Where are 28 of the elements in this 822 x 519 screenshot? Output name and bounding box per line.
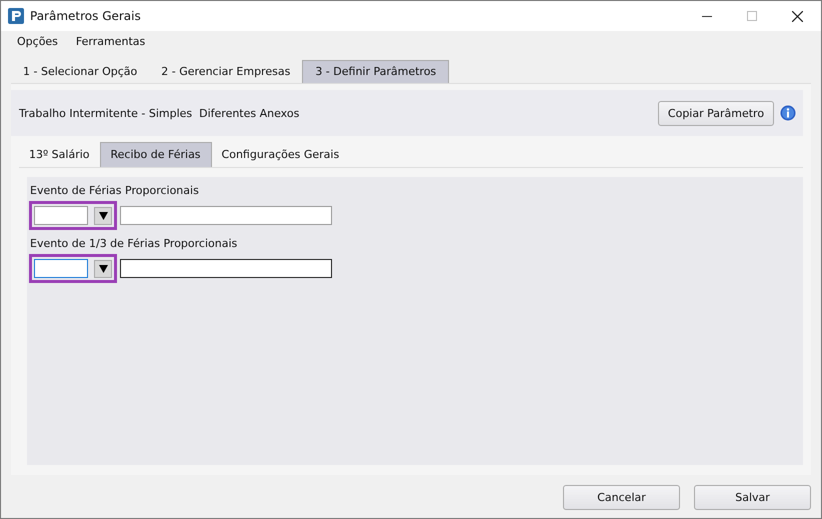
dropdown-icon: [98, 211, 108, 220]
window-title: Parâmetros Gerais: [30, 9, 141, 23]
tab[interactable]: 3 - Definir Parâmetros: [302, 60, 450, 83]
tab[interactable]: 2 - Gerenciar Empresas: [149, 61, 302, 83]
code-field[interactable]: [34, 206, 88, 225]
footer-button[interactable]: Cancelar: [563, 485, 680, 510]
code-combo[interactable]: [29, 201, 117, 230]
code-field[interactable]: [34, 259, 88, 278]
field-label: Evento de Férias Proporcionais: [29, 183, 200, 199]
dropdown-button[interactable]: [94, 206, 112, 224]
description-field[interactable]: [120, 259, 332, 278]
dropdown-icon: [98, 264, 108, 273]
description-field[interactable]: [120, 206, 332, 225]
tab[interactable]: 1 - Selecionar Opção: [11, 61, 150, 83]
tab[interactable]: 13º Salário: [19, 143, 100, 167]
footer-button[interactable]: Salvar: [694, 485, 811, 510]
app-logo-icon: [8, 8, 24, 24]
menu-item[interactable]: Opções: [17, 35, 58, 48]
menu-item[interactable]: Ferramentas: [76, 35, 146, 48]
copy-parameter-button[interactable]: Copiar Parâmetro: [658, 100, 774, 126]
dropdown-button[interactable]: [94, 260, 112, 278]
section-title: Trabalho Intermitente - Simples Diferentes Anexos: [19, 106, 300, 120]
close-icon[interactable]: [792, 10, 803, 22]
code-combo[interactable]: [29, 254, 117, 283]
field-label: Evento de 1/3 de Férias Proporcionais: [29, 236, 238, 252]
tab[interactable]: Recibo de Férias: [100, 142, 212, 167]
tab[interactable]: Configurações Gerais: [212, 143, 350, 167]
info-icon[interactable]: [780, 105, 796, 121]
